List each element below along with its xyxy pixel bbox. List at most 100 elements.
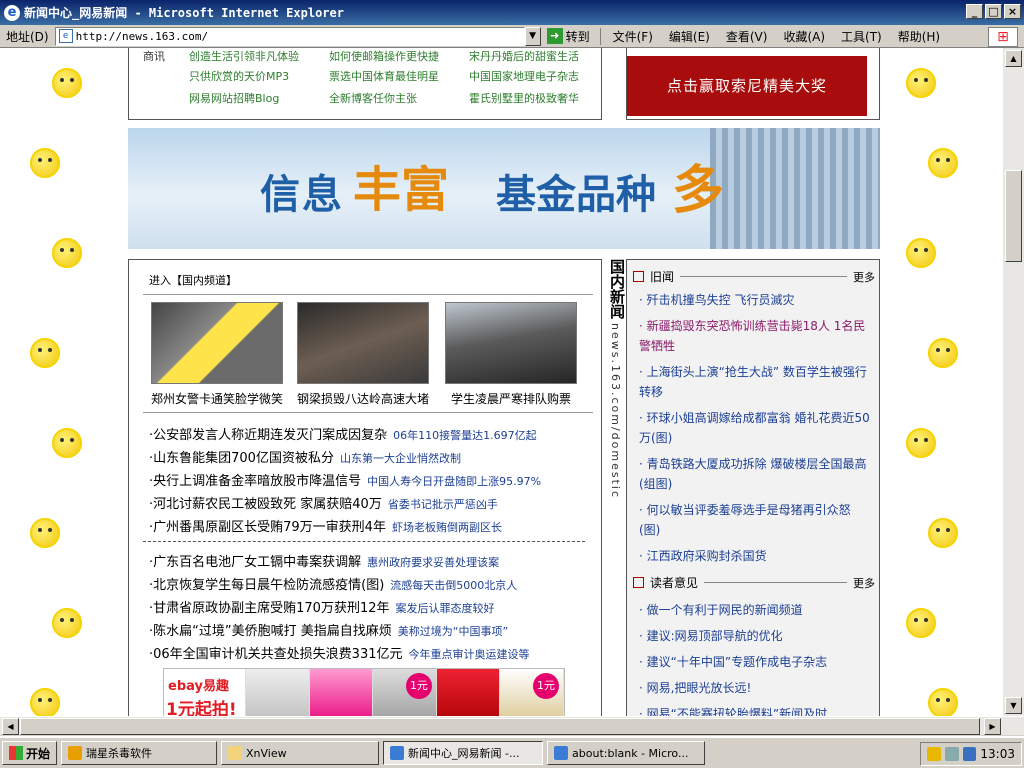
reader-item[interactable]: · 网易“不能赛扭轮胎爆料”新闻及时: [639, 704, 871, 716]
news-sublink[interactable]: 流感每天击倒5000北京人: [390, 579, 517, 592]
window-titlebar[interactable]: e 新闻中心_网易新闻 - Microsoft Internet Explore…: [0, 0, 1024, 25]
news-photo[interactable]: [151, 302, 283, 384]
banner-text: 基金品种: [496, 172, 656, 218]
scroll-down-button[interactable]: ▼: [1005, 697, 1022, 714]
smiley-star-icon: [906, 68, 936, 98]
start-button[interactable]: 开始: [2, 741, 58, 765]
news-sublink[interactable]: 山东第一大企业悄然改制: [340, 452, 461, 465]
news-sublink[interactable]: 美称过境为“中国事项”: [398, 625, 508, 638]
news-sublink[interactable]: 今年重点审计奥运建设等: [409, 648, 530, 661]
news-title[interactable]: 公安部发言人称近期连发灭门案成因复杂: [153, 428, 387, 443]
scroll-up-button[interactable]: ▲: [1005, 50, 1022, 67]
reader-item[interactable]: · 做一个有利于网民的新闻频道: [639, 600, 871, 620]
taskbar-item-rising[interactable]: 瑞星杀毒软件: [61, 741, 218, 765]
old-news-item[interactable]: · 歼击机撞鸟失控 飞行员滅灾: [639, 290, 871, 310]
menu-help[interactable]: 帮助(H): [890, 28, 948, 45]
reader-item[interactable]: · 建议“十年中国”专题作成电子杂志: [639, 652, 871, 672]
scroll-thumb[interactable]: [1005, 170, 1022, 262]
top-link[interactable]: 票选中国体育最佳明星: [329, 68, 469, 84]
news-title[interactable]: 广州番禺原副区长受贿79万一审获刑4年: [153, 520, 386, 535]
shield-icon[interactable]: [962, 747, 977, 761]
news-title[interactable]: 陈水扁“过境”美侨胞喊打 美指扁自找麻烦: [153, 624, 392, 639]
menu-bar: 文件(F) 编辑(E) 查看(V) 收藏(A) 工具(T) 帮助(H): [605, 28, 948, 45]
address-dropdown-button[interactable]: ▼: [524, 26, 541, 46]
horizontal-scrollbar[interactable]: ◀ ▶: [0, 716, 1024, 735]
page-icon: e: [58, 29, 73, 43]
smiley-star-icon: [928, 338, 958, 368]
old-news-item[interactable]: · 青岛铁路大厦成功拆除 爆破楼层全国最高(组图): [639, 454, 871, 494]
top-link[interactable]: 如何使邮箱操作更快捷: [329, 48, 469, 64]
top-link[interactable]: 网易网站招聘Blog: [189, 90, 329, 106]
old-news-more-link[interactable]: 更多: [853, 269, 875, 285]
news-sublink[interactable]: 06年110接警量达1.697亿起: [393, 429, 536, 442]
news-title[interactable]: 06年全国审计机关共查处损失浪费331亿元: [153, 647, 402, 662]
news-item: ·广州番禺原副区长受贿79万一审获刑4年 虾场老板贿倒两副区长: [149, 520, 502, 535]
minimize-button[interactable]: _: [966, 4, 983, 19]
news-title[interactable]: 北京恢复学生每日晨午检防流感疫情(图): [153, 578, 384, 593]
top-links-row: 网易网站招聘Blog 全新博客任你主张 霍氏别墅里的极致奢华: [189, 90, 609, 106]
top-link[interactable]: 中国国家地理电子杂志: [469, 68, 609, 84]
news-sublink[interactable]: 省委书记批示严惩凶手: [388, 498, 498, 511]
address-input[interactable]: e http://news.163.com/: [54, 26, 525, 46]
old-news-item[interactable]: · 环球小姐高调嫁给成都富翁 婚礼花费近50万(图): [639, 408, 871, 448]
clock[interactable]: 13:03: [980, 747, 1015, 761]
enter-domestic-link[interactable]: 进入【国内频道】: [149, 272, 237, 288]
domestic-vertical-label[interactable]: 国内新闻 news.163.com/domestic: [606, 259, 626, 559]
news-item: ·河北讨薪农民工被殴致死 家属获赔40万 省委书记批示严惩凶手: [149, 497, 498, 512]
reader-item[interactable]: · 建议:网易顶部导航的优化: [639, 626, 871, 646]
sony-promo-banner[interactable]: 点击赢取索尼精美大奖: [627, 56, 867, 116]
news-item: ·央行上调准备金率暗放股市降温信号 中国人寿今日开盘随即上涨95.97%: [149, 474, 542, 489]
ie-icon: [554, 746, 569, 760]
close-button[interactable]: ×: [1004, 4, 1021, 19]
old-news-item[interactable]: · 上海街头上演“抢生大战” 数百学生被强行转移: [639, 362, 871, 402]
scroll-right-button[interactable]: ▶: [984, 718, 1001, 735]
vertical-scrollbar[interactable]: ▲ ▼: [1002, 48, 1024, 716]
news-item: ·06年全国审计机关共查处损失浪费331亿元 今年重点审计奥运建设等: [149, 647, 530, 662]
top-link[interactable]: 全新博客任你主张: [329, 90, 469, 106]
top-link[interactable]: 霍氏别墅里的极致奢华: [469, 90, 609, 106]
old-news-item[interactable]: · 何以敏当评委羞辱选手是母猪再引众怒(图): [639, 500, 871, 540]
old-news-item[interactable]: · 新疆捣毁东突恐怖训练营击毙18人 1名民警牺牲: [639, 316, 871, 356]
news-title[interactable]: 山东鲁能集团700亿国资被私分: [153, 451, 334, 466]
menu-edit[interactable]: 编辑(E): [661, 28, 718, 45]
network-icon[interactable]: [944, 747, 959, 761]
menu-tools[interactable]: 工具(T): [833, 28, 890, 45]
news-photo[interactable]: [297, 302, 429, 384]
reader-item[interactable]: · 网易,把眼光放长远!: [639, 678, 871, 698]
news-title[interactable]: 广东百名电池厂女工镉中毒案获调解: [153, 555, 361, 570]
maximize-button[interactable]: □: [985, 4, 1002, 19]
menu-view[interactable]: 查看(V): [718, 28, 776, 45]
photo-caption[interactable]: 学生凌晨严寒排队购票: [441, 390, 581, 407]
top-link[interactable]: 只供欣赏的天价MP3: [189, 68, 329, 84]
readers-more-link[interactable]: 更多: [853, 575, 875, 591]
go-button[interactable]: ➜ 转到: [546, 27, 601, 45]
news-title[interactable]: 甘肃省原政协副主席受贿170万获刑12年: [153, 601, 389, 616]
news-sublink[interactable]: 中国人寿今日开盘随即上涨95.97%: [367, 475, 541, 488]
smiley-star-icon: [52, 608, 82, 638]
ebay-ad-strip[interactable]: ebay易趣 1元起拍! 1元 1元: [163, 668, 565, 716]
menu-file[interactable]: 文件(F): [605, 28, 661, 45]
address-url[interactable]: http://news.163.com/: [76, 30, 524, 43]
taskbar-item-ie-news[interactable]: 新闻中心_网易新闻 -...: [383, 741, 544, 765]
taskbar-item-xnview[interactable]: XnView: [221, 741, 380, 765]
fund-banner-ad[interactable]: 信息 丰富 基金品种 多: [128, 128, 880, 249]
news-sublink[interactable]: 虾场老板贿倒两副区长: [392, 521, 502, 534]
news-title[interactable]: 央行上调准备金率暗放股市降温信号: [153, 474, 361, 489]
taskbar-item-ie-blank[interactable]: about:blank - Micro...: [547, 741, 706, 765]
old-news-item[interactable]: · 江西政府采购封杀国货: [639, 546, 871, 566]
menu-favorites[interactable]: 收藏(A): [775, 28, 833, 45]
smiley-star-icon: [30, 338, 60, 368]
top-link[interactable]: 创造生活引领非凡体验: [189, 48, 329, 64]
scroll-left-button[interactable]: ◀: [2, 718, 19, 735]
vertical-title: 国内新闻: [608, 259, 626, 319]
news-photo[interactable]: [445, 302, 577, 384]
news-title[interactable]: 河北讨薪农民工被殴致死 家属获赔40万: [153, 497, 382, 512]
photo-caption[interactable]: 郑州女警卡通笑脸学微笑: [147, 390, 287, 407]
top-link[interactable]: 宋丹丹婚后的甜蜜生活: [469, 48, 609, 64]
lock-icon[interactable]: [927, 747, 941, 761]
news-sublink[interactable]: 惠州政府要求妥善处理该案: [367, 556, 499, 569]
horizontal-scroll-thumb[interactable]: [20, 718, 980, 735]
photo-caption[interactable]: 钢梁损毁八达岭高速大堵: [293, 390, 433, 407]
news-sublink[interactable]: 案发后认罪态度较好: [396, 602, 495, 615]
banner-text: 多: [672, 161, 725, 221]
